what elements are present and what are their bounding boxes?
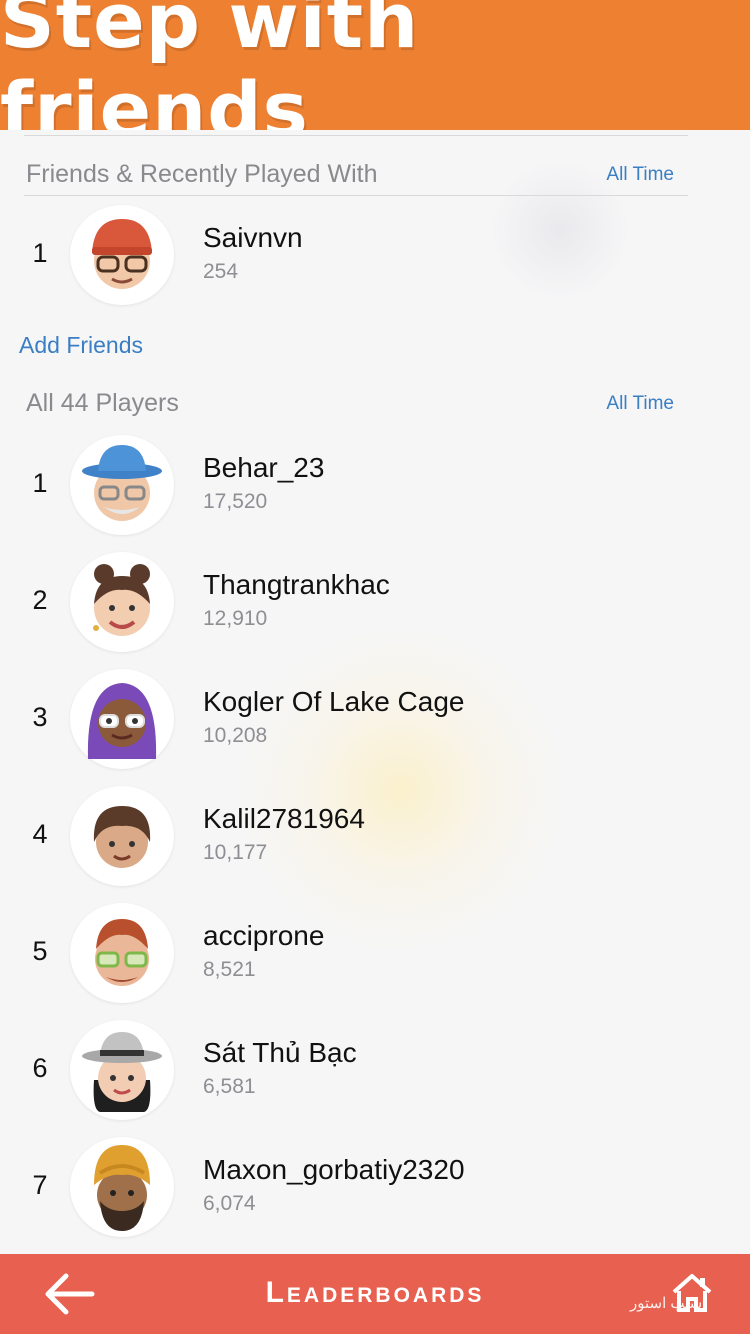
player-score: 17,520 [203,490,268,513]
player-rank: 1 [32,238,48,268]
player-rank: 5 [32,936,48,966]
memoji-green-glasses-icon [95,919,149,986]
memoji-red-beanie-icon [92,219,152,289]
friends-time-filter[interactable]: All Time [606,164,674,186]
player-name: Sát Thủ Bạc [203,1037,357,1068]
all-players-section-header: All 44 Players All Time [24,389,674,429]
memoji-turban-icon [94,1145,150,1231]
avatar [70,1137,174,1237]
avatar [70,205,174,305]
leaderboard-content[interactable]: Friends & Recently Played With All Time … [0,130,750,1254]
player-rank: 3 [32,702,48,732]
player-row[interactable]: 2 Thangtrankhac 12,910 [0,547,750,657]
player-rank: 6 [32,1053,48,1083]
player-name: Thangtrankhac [203,569,390,600]
player-name: Kogler Of Lake Cage [203,686,465,717]
friends-section-title: Friends & Recently Played With [26,160,378,188]
home-icon [672,1274,712,1312]
bottom-bar: Leaderboards سیب استور [0,1254,750,1334]
avatar [70,1020,174,1120]
player-score: 12,910 [203,607,268,630]
player-rank: 2 [32,585,48,615]
all-players-time-filter[interactable]: All Time [606,393,674,415]
memoji-bun-hair-icon [93,564,150,636]
player-row[interactable]: 1 Behar_23 17,520 [0,430,750,540]
player-score: 254 [203,260,239,283]
home-button[interactable] [670,1272,714,1314]
player-name: Maxon_gorbatiy2320 [203,1154,465,1185]
player-score: 6,581 [203,1075,256,1098]
app-banner: Step with friends [0,0,750,154]
divider [24,195,688,196]
friend-row[interactable]: 1 Saivnvn 254 [0,200,750,310]
player-row[interactable]: 7 Maxon_gorbatiy2320 6,074 [0,1132,750,1242]
friends-section-header: Friends & Recently Played With All Time [24,160,674,200]
player-row[interactable]: 6 Sát Thủ Bạc 6,581 [0,1015,750,1125]
player-row[interactable]: 4 Kalil2781964 10,177 [0,781,750,891]
player-name: Behar_23 [203,452,325,483]
player-score: 10,177 [203,841,268,864]
avatar [70,435,174,535]
divider [24,135,688,136]
player-rank: 7 [32,1170,48,1200]
add-friends-link[interactable]: Add Friends [19,332,143,359]
player-row[interactable]: 3 Kogler Of Lake Cage 10,208 [0,664,750,774]
player-score: 6,074 [203,1192,256,1215]
player-score: 10,208 [203,724,268,747]
avatar [70,552,174,652]
memoji-blue-hat-icon [82,445,162,521]
memoji-grey-hat-icon [82,1032,162,1112]
player-score: 8,521 [203,958,256,981]
all-players-title: All 44 Players [26,389,179,417]
avatar [70,903,174,1003]
player-row[interactable]: 5 acciprone 8,521 [0,898,750,1008]
memoji-purple-hijab-icon [87,683,157,759]
avatar [70,786,174,886]
player-rank: 4 [32,819,48,849]
player-name: acciprone [203,920,325,951]
player-name: Kalil2781964 [203,803,365,834]
avatar [70,669,174,769]
memoji-brown-hair-icon [93,806,151,868]
player-name: Saivnvn [203,222,303,253]
player-rank: 1 [32,468,48,498]
